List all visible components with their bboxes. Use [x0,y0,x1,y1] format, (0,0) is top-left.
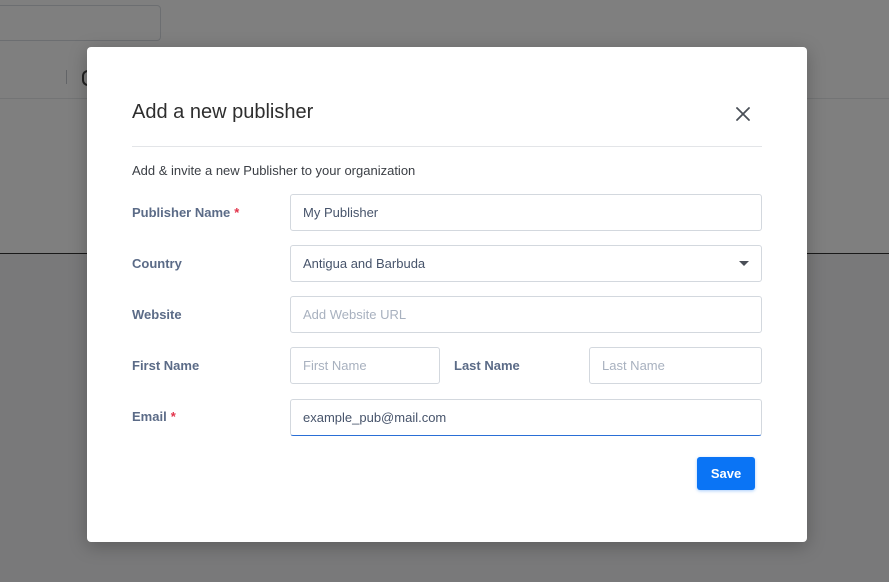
website-input[interactable] [290,296,762,333]
modal-title: Add a new publisher [132,101,314,123]
close-button[interactable] [732,103,754,125]
required-marker: * [234,205,240,220]
email-input[interactable] [290,399,762,436]
modal-subtitle: Add & invite a new Publisher to your org… [132,163,416,178]
email-label: Email * [132,409,176,425]
last-name-label: Last Name [454,358,520,373]
website-label: Website [132,307,182,322]
publisher-name-input[interactable] [290,194,762,231]
save-button[interactable]: Save [697,457,755,490]
modal-divider [132,146,762,147]
first-name-label: First Name [132,358,200,373]
last-name-input[interactable] [589,347,762,384]
country-label: Country [132,256,182,271]
email-label-text: Email [132,409,167,424]
required-marker: * [170,409,176,424]
first-name-input[interactable] [290,347,440,384]
close-icon [736,107,750,121]
chevron-down-icon [739,261,749,266]
publisher-name-label: Publisher Name * [132,205,239,221]
publisher-name-label-text: Publisher Name [132,205,231,220]
add-publisher-dialog: Add a new publisher Add & invite a new P… [87,47,807,542]
country-select[interactable]: Antigua and Barbuda [290,245,762,282]
country-selected-value: Antigua and Barbuda [303,256,426,271]
